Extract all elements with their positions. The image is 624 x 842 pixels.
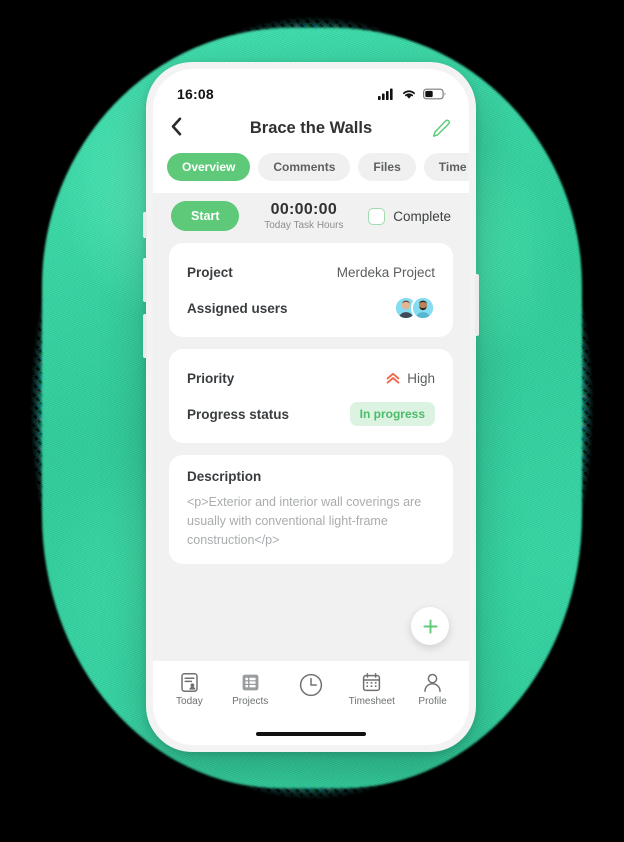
- complete-checkbox[interactable]: [368, 207, 386, 225]
- start-timer-button[interactable]: Start: [171, 201, 240, 231]
- status-bar: 16:08: [153, 69, 469, 109]
- person-icon: [424, 673, 441, 692]
- timer-caption: Today Task Hours: [264, 220, 344, 231]
- battery-icon: [423, 88, 446, 100]
- status-card: Priority High Progress status In progres…: [169, 349, 453, 443]
- priority-label: Priority: [187, 370, 235, 386]
- description-body: <p>Exterior and interior wall coverings …: [187, 495, 422, 547]
- back-button[interactable]: [171, 117, 197, 140]
- phone-screen: 16:08 Brace the Walls Overview Comments …: [153, 69, 469, 745]
- tab-bar[interactable]: Overview Comments Files Time Entries: [153, 149, 469, 193]
- nav-item-profile[interactable]: Profile: [402, 672, 463, 707]
- nav-label-timesheet: Timesheet: [348, 696, 395, 707]
- phone-volume-down-button: [143, 314, 147, 358]
- priority-value: High: [407, 370, 435, 386]
- nav-item-projects[interactable]: Projects: [220, 672, 281, 707]
- description-title: Description: [187, 469, 262, 484]
- phone-mockup: 16:08 Brace the Walls Overview Comments …: [143, 62, 479, 752]
- progress-status-label: Progress status: [187, 406, 290, 422]
- avatar[interactable]: [411, 296, 435, 320]
- list-icon: [242, 674, 259, 691]
- phone-power-button: [475, 274, 479, 336]
- page-title: Brace the Walls: [249, 118, 373, 137]
- progress-status-row: Progress status In progress: [187, 399, 435, 429]
- description-card: Description <p>Exterior and interior wal…: [169, 455, 453, 564]
- status-bar-time: 16:08: [177, 86, 214, 102]
- content-area: Start 00:00:00 Today Task Hours Complete…: [153, 193, 469, 661]
- nav-label-profile: Profile: [418, 696, 447, 707]
- priority-row: Priority High: [187, 363, 435, 393]
- clock-icon: [299, 673, 323, 697]
- bottom-navigation[interactable]: Today Projects Timesheet Profile: [153, 661, 469, 723]
- status-badge: In progress: [349, 402, 435, 426]
- assigned-users-label: Assigned users: [187, 300, 288, 316]
- project-value: Merdeka Project: [336, 264, 435, 280]
- complete-toggle[interactable]: Complete: [368, 207, 451, 225]
- nav-label-projects: Projects: [232, 696, 269, 707]
- nav-item-timesheet[interactable]: Timesheet: [341, 672, 402, 707]
- wifi-icon: [403, 90, 415, 99]
- tab-files[interactable]: Files: [358, 153, 416, 181]
- assigned-users-row: Assigned users: [187, 293, 435, 323]
- nav-item-today[interactable]: Today: [159, 672, 220, 707]
- tab-comments[interactable]: Comments: [258, 153, 351, 181]
- home-indicator-area: [153, 723, 469, 745]
- edit-task-button[interactable]: [425, 119, 451, 138]
- plus-icon: [422, 618, 438, 634]
- priority-value-wrap: High: [386, 371, 435, 386]
- pencil-icon: [432, 119, 450, 137]
- document-person-icon: [181, 673, 198, 692]
- double-chevron-up-icon: [386, 372, 400, 384]
- status-bar-icons: [378, 88, 447, 100]
- signal-bars-icon: [378, 88, 393, 100]
- tab-overview[interactable]: Overview: [167, 153, 251, 181]
- details-card: Project Merdeka Project Assigned users: [169, 243, 453, 337]
- add-button[interactable]: [411, 607, 449, 645]
- home-indicator[interactable]: [256, 732, 366, 736]
- complete-label: Complete: [393, 208, 451, 224]
- phone-volume-up-button: [143, 258, 147, 302]
- nav-item-timer[interactable]: [281, 672, 342, 701]
- nav-label-today: Today: [176, 696, 203, 707]
- timer-display: 00:00:00 Today Task Hours: [264, 201, 343, 231]
- chevron-left-icon: [171, 117, 182, 135]
- app-bar: Brace the Walls: [153, 109, 469, 149]
- tab-time-entries[interactable]: Time Entries: [423, 153, 469, 181]
- avatar-group[interactable]: [394, 296, 435, 320]
- project-label: Project: [187, 264, 233, 280]
- calendar-icon: [363, 673, 381, 692]
- project-row: Project Merdeka Project: [187, 257, 435, 287]
- timer-bar: Start 00:00:00 Today Task Hours Complete: [153, 193, 469, 243]
- phone-silent-switch: [143, 212, 147, 238]
- timer-value: 00:00:00: [270, 201, 338, 218]
